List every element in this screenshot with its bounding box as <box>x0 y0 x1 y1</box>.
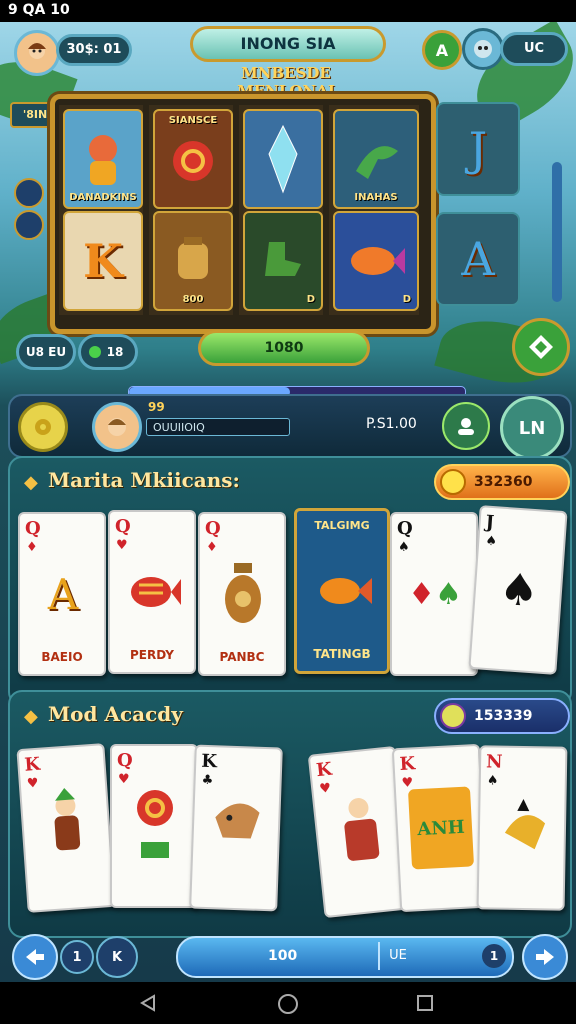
bet-pill-b[interactable]: 18 <box>78 334 138 370</box>
arrow-left-icon <box>26 949 44 965</box>
person-icon <box>458 418 474 435</box>
slot-reel-4: INAHAS D <box>329 105 419 315</box>
section-1-coins: 332360 <box>434 464 570 500</box>
nav-home-icon[interactable] <box>277 993 299 1015</box>
diamond-arrow-icon <box>529 335 553 359</box>
playing-card-q-spade[interactable]: Q ♠ ♦ ♠ <box>390 512 478 676</box>
side-card-a[interactable]: A <box>436 212 520 306</box>
playing-card-q-ring[interactable]: Q ♥ <box>110 744 198 908</box>
playing-card-q-fish[interactable]: Q ♥ PERDY <box>108 510 196 674</box>
page-b-button[interactable]: K <box>96 936 138 978</box>
playing-card-k-elf[interactable]: K ♥ <box>16 743 116 913</box>
player-name-field: OUUIIOIQ <box>146 418 290 436</box>
arrow-right-icon <box>536 949 554 965</box>
credits-display: P.S1.00 <box>366 416 417 432</box>
score-top: 99 <box>148 400 165 414</box>
page-indicator[interactable]: 1 <box>60 940 94 974</box>
slot-symbol-crystal <box>243 109 323 209</box>
player-avatar[interactable] <box>14 30 60 76</box>
gem-icon: ◆ <box>24 472 38 493</box>
nav-back-icon[interactable] <box>140 994 158 1012</box>
back-button[interactable] <box>12 934 58 980</box>
bottom-bar[interactable]: 100 UE 1 <box>176 936 514 978</box>
player-bar: 99 OUUIIOIQ P.S1.00 LN <box>8 394 572 460</box>
playing-card-j-spade[interactable]: J ♠ ♠ <box>468 505 568 675</box>
section-1-title: Marita Mkiicans: <box>48 468 240 492</box>
slot-symbol-hero: DANADKINS <box>63 109 143 209</box>
side-card-j[interactable]: J <box>436 102 520 196</box>
spin-bar[interactable]: 1080 <box>198 330 370 366</box>
slot-symbol-ring: SIANSCE <box>153 109 233 209</box>
side-orb-2[interactable] <box>14 210 44 240</box>
settings-gear-button[interactable] <box>18 402 68 452</box>
bet-pill-a[interactable]: U8 EU <box>16 334 76 370</box>
bottom-bar-tag: UE <box>378 942 416 970</box>
player-portrait[interactable] <box>92 402 142 452</box>
top-right-pill[interactable]: UC <box>500 32 568 66</box>
green-dot-icon <box>89 346 101 358</box>
forward-button[interactable] <box>522 934 568 980</box>
slot-machine-frame: DANADKINS K SIANSCE 800 D INAHAS D <box>50 94 436 334</box>
orb-icon <box>440 703 466 729</box>
playing-card-n-spade[interactable]: N ♠ <box>476 745 568 911</box>
slot-reel-2: SIANSCE 800 <box>149 105 233 315</box>
game-screen: 30$: 01 INONG SIA MNBESDE MENLONAI A UC … <box>0 22 576 982</box>
slot-symbol-jar: 800 <box>153 211 233 311</box>
card-section-2: ◆ Mod Acacdy 153339 K ♥ Q ♥ K ♣ K ♥ K ♥ ANH N… <box>8 690 572 938</box>
profile-button[interactable] <box>442 402 490 450</box>
pet-icon[interactable] <box>462 28 504 70</box>
playing-card-k-mage[interactable]: K ♥ ANH <box>391 743 489 913</box>
section-2-title: Mod Acacdy <box>48 702 183 726</box>
slot-symbol-fish: D <box>333 211 419 311</box>
playing-card-q-a[interactable]: Q ♦ A BAEIO <box>18 512 106 676</box>
feature-card-fish[interactable]: TALGIMG TATINGB <box>294 508 390 674</box>
side-orb-1[interactable] <box>14 178 44 208</box>
bottom-bar-count: 1 <box>482 944 506 968</box>
title-plate: INONG SIA <box>190 26 386 62</box>
coin-icon <box>440 469 466 495</box>
status-time: 9 QA 10 <box>8 2 70 18</box>
nav-recents-icon[interactable] <box>416 994 434 1012</box>
gem-icon: ◆ <box>24 706 38 727</box>
section-2-coins: 153339 <box>434 698 570 734</box>
gear-icon <box>35 419 51 435</box>
bottom-bar-value: 100 <box>268 948 298 964</box>
card-section-1: ◆ Marita Mkiicans: 332360 Q ♦ A BAEIO Q ♥ … <box>8 456 572 706</box>
slot-symbol-dragon: INAHAS <box>333 109 419 209</box>
slot-symbol-k: K <box>63 211 143 311</box>
playing-card-k-beast[interactable]: K ♣ <box>189 744 283 912</box>
side-scroll-bar[interactable] <box>552 162 562 302</box>
badge-a-button[interactable]: A <box>422 30 462 70</box>
slot-symbol-boot: D <box>243 211 323 311</box>
slot-reel-3: D <box>239 105 323 315</box>
auto-spin-button[interactable] <box>512 318 570 376</box>
playing-card-q-vase[interactable]: Q ♦ PANBC <box>198 512 286 676</box>
system-nav-bar <box>0 982 576 1024</box>
player-level-pill: 30$: 01 <box>56 34 132 66</box>
slot-reel-1: DANADKINS K <box>59 105 143 315</box>
status-bar: 9 QA 10 <box>0 0 576 22</box>
ln-button[interactable]: LN <box>500 396 564 460</box>
avatar-face-icon <box>28 43 46 59</box>
